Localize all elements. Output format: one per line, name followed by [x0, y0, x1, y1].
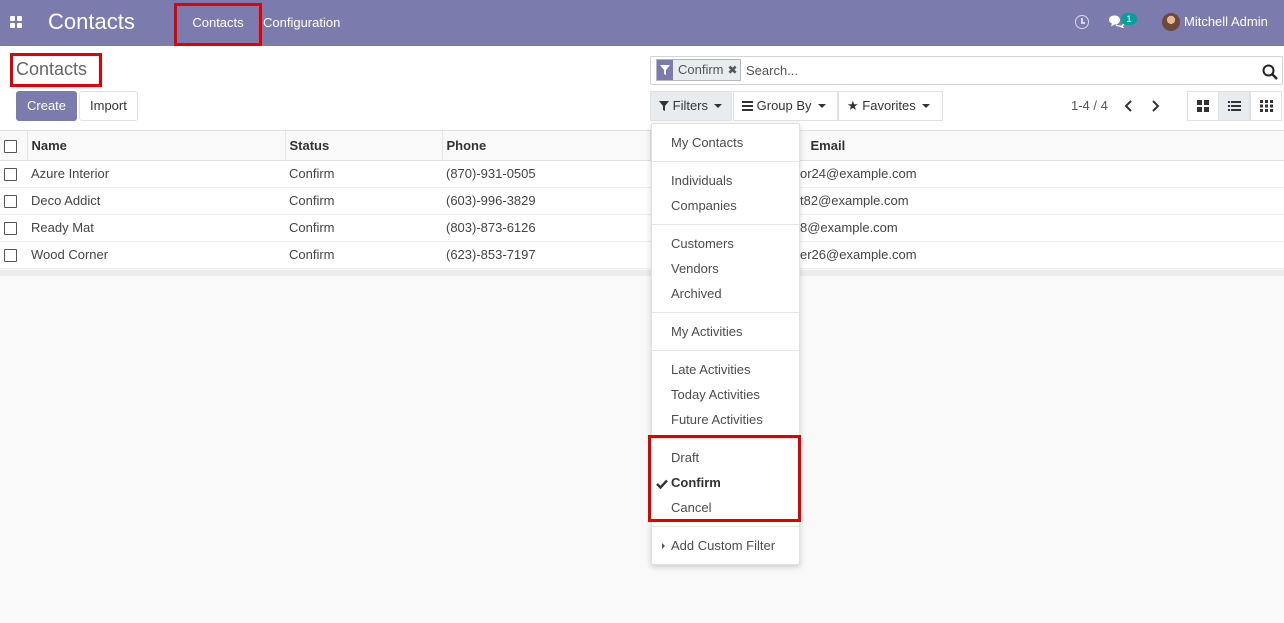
column-header-name[interactable]: Name	[27, 131, 286, 161]
grid-view-icon[interactable]	[1250, 91, 1282, 121]
search-facet: Confirm ✖	[656, 59, 741, 81]
cell-phone: (803)-873-6126	[442, 214, 650, 242]
add-custom-filter[interactable]: Add Custom Filter	[662, 538, 776, 554]
groupby-button[interactable]: Group By	[733, 91, 838, 121]
list-view-icon[interactable]	[1218, 91, 1250, 121]
caret-right-icon	[662, 543, 665, 549]
add-custom-filter-label: Add Custom Filter	[671, 538, 776, 553]
cell-status: Confirm	[285, 160, 442, 188]
favorites-button[interactable]: ★ Favorites	[838, 91, 943, 121]
dropdown-divider	[652, 312, 799, 313]
caret-down-icon	[714, 103, 723, 108]
pager-next-icon[interactable]	[1150, 99, 1164, 113]
column-header-status[interactable]: Status	[285, 131, 443, 161]
cell-phone: (603)-996-3829	[442, 187, 650, 215]
menu-contacts[interactable]: Contacts	[176, 0, 260, 46]
select-all-cell	[0, 131, 28, 161]
dropdown-divider	[652, 350, 799, 351]
filter-individuals[interactable]: Individuals	[671, 173, 732, 189]
filters-dropdown: My Contacts Individuals Companies Custom…	[651, 123, 800, 565]
row-checkbox[interactable]	[4, 195, 17, 209]
filter-my-contacts[interactable]: My Contacts	[671, 135, 743, 151]
create-button[interactable]: Create	[16, 91, 78, 121]
filter-draft[interactable]: Draft	[671, 450, 699, 466]
filter-my-activities[interactable]: My Activities	[671, 324, 743, 340]
table-row[interactable]: Ready Mat Confirm (803)-873-6126 8@examp…	[0, 214, 1284, 242]
page-title: Contacts	[16, 59, 88, 79]
row-checkbox[interactable]	[4, 222, 17, 236]
app-title: Contacts	[48, 9, 135, 34]
facet-remove-icon[interactable]: ✖	[728, 60, 740, 80]
filter-today-activities[interactable]: Today Activities	[671, 387, 760, 403]
filter-cancel[interactable]: Cancel	[671, 500, 711, 516]
user-avatar[interactable]	[1162, 13, 1180, 31]
cell-name: Deco Addict	[27, 187, 285, 215]
filter-icon	[659, 101, 669, 111]
cell-name: Wood Corner	[27, 241, 285, 269]
cell-status: Confirm	[285, 241, 442, 269]
row-checkbox[interactable]	[4, 249, 17, 263]
cell-phone: (623)-853-7197	[442, 241, 650, 269]
filter-archived[interactable]: Archived	[671, 286, 722, 302]
filter-future-activities[interactable]: Future Activities	[671, 412, 763, 428]
row-select-cell	[0, 187, 27, 215]
cell-name: Ready Mat	[27, 214, 285, 242]
list-bars-icon	[742, 101, 753, 111]
star-icon: ★	[847, 98, 859, 113]
filter-confirm[interactable]: Confirm	[671, 475, 721, 491]
message-count-badge: 1	[1121, 13, 1137, 25]
table-header-row: Name Status Phone Email	[0, 131, 1284, 161]
row-checkbox[interactable]	[4, 168, 17, 182]
cell-status: Confirm	[285, 214, 442, 242]
checkmark-icon	[656, 477, 668, 492]
apps-menu-icon[interactable]	[10, 16, 22, 28]
facet-value: Confirm	[678, 62, 724, 77]
search-icon[interactable]	[1262, 64, 1278, 80]
search-input[interactable]	[746, 60, 1246, 81]
filter-companies[interactable]: Companies	[671, 198, 737, 214]
table-row[interactable]: Wood Corner Confirm (623)-853-7197 er26@…	[0, 241, 1284, 269]
dropdown-divider	[652, 224, 799, 225]
search-bar[interactable]: Confirm ✖	[650, 56, 1283, 85]
favorites-label: Favorites	[862, 98, 916, 113]
import-button[interactable]: Import	[79, 91, 138, 121]
cell-status: Confirm	[285, 187, 442, 215]
caret-down-icon	[921, 103, 930, 108]
select-all-checkbox[interactable]	[4, 139, 17, 153]
row-select-cell	[0, 160, 27, 188]
dropdown-divider	[652, 161, 799, 162]
kanban-view-icon[interactable]	[1187, 91, 1219, 121]
cell-name: Azure Interior	[27, 160, 285, 188]
filter-icon	[657, 60, 673, 80]
column-header-phone[interactable]: Phone	[442, 131, 651, 161]
filter-customers[interactable]: Customers	[671, 236, 734, 252]
pager-previous-icon[interactable]	[1122, 99, 1136, 113]
row-select-cell	[0, 241, 27, 269]
control-panel: Contacts Create Import Confirm ✖ Filters…	[0, 46, 1284, 131]
dropdown-divider	[652, 438, 799, 439]
filter-vendors[interactable]: Vendors	[671, 261, 719, 277]
menu-configuration[interactable]: Configuration	[263, 0, 340, 46]
table-footer	[0, 270, 1284, 276]
groupby-label: Group By	[756, 98, 812, 113]
cell-phone: (870)-931-0505	[442, 160, 650, 188]
activity-clock-icon[interactable]	[1075, 15, 1089, 29]
filters-label: Filters	[672, 98, 709, 113]
caret-down-icon	[817, 103, 826, 108]
filters-button[interactable]: Filters	[650, 91, 732, 121]
user-menu[interactable]: Mitchell Admin	[1184, 0, 1268, 44]
dropdown-divider	[652, 526, 799, 527]
table-row[interactable]: Deco Addict Confirm (603)-996-3829 t82@e…	[0, 187, 1284, 215]
pager-value[interactable]: 1-4 / 4	[1071, 98, 1108, 113]
filter-late-activities[interactable]: Late Activities	[671, 362, 751, 378]
row-select-cell	[0, 214, 27, 242]
contacts-table: Name Status Phone Email Azure Interior C…	[0, 131, 1284, 269]
top-navbar: Contacts Contacts Configuration 1 Mitche…	[0, 0, 1284, 46]
table-row[interactable]: Azure Interior Confirm (870)-931-0505 or…	[0, 160, 1284, 188]
